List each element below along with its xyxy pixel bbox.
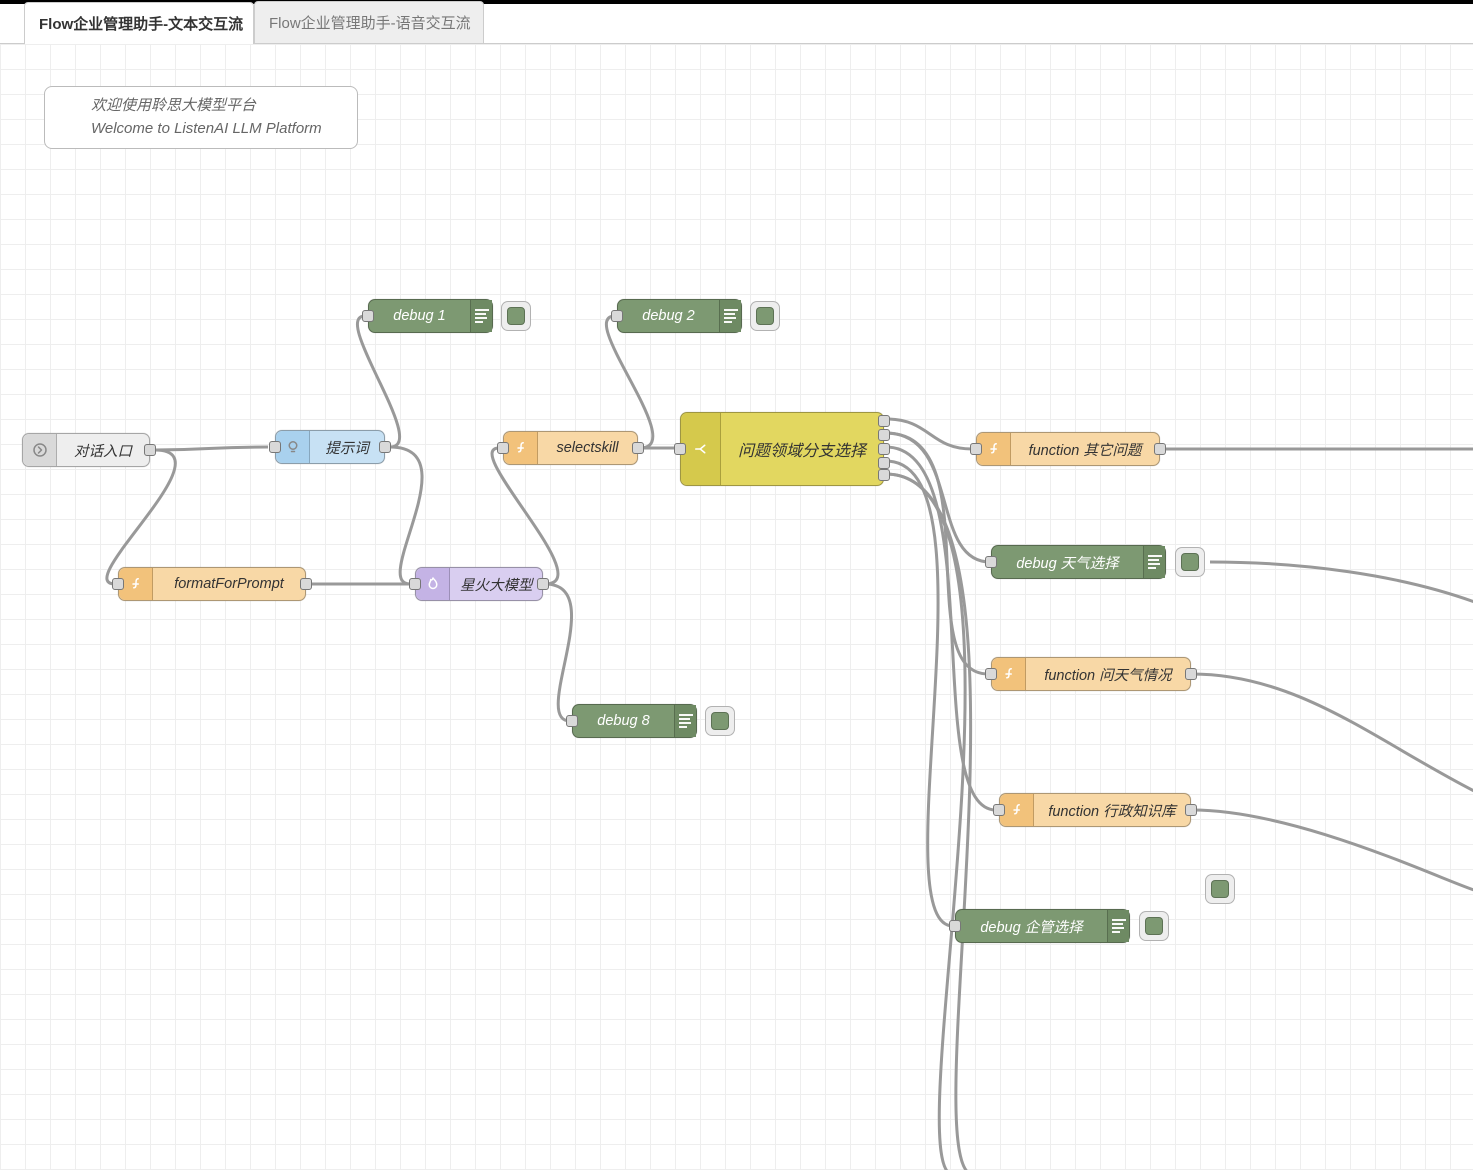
input-port[interactable] bbox=[112, 578, 124, 590]
output-port-2[interactable] bbox=[878, 429, 890, 441]
output-port-1[interactable] bbox=[878, 415, 890, 427]
node-label: debug 企管选择 bbox=[956, 916, 1107, 937]
output-port-3[interactable] bbox=[878, 443, 890, 455]
tab-bar: Flow企业管理助手-文本交互流 Flow企业管理助手-语音交互流 bbox=[0, 4, 1473, 44]
node-label: function 其它问题 bbox=[1011, 439, 1159, 460]
activity-meter-icon bbox=[674, 705, 696, 737]
input-port[interactable] bbox=[985, 668, 997, 680]
node-label: debug 1 bbox=[369, 308, 470, 324]
branch-icon bbox=[681, 413, 721, 485]
node-debug-1[interactable]: debug 1 bbox=[368, 299, 493, 333]
tab-text-flow[interactable]: Flow企业管理助手-文本交互流 bbox=[24, 2, 254, 44]
node-status-toggle[interactable] bbox=[1139, 911, 1169, 941]
tab-voice-flow[interactable]: Flow企业管理助手-语音交互流 bbox=[254, 1, 484, 43]
speech-bubble-icon bbox=[53, 99, 85, 131]
lightbulb-icon bbox=[276, 431, 310, 463]
node-debug-8[interactable]: debug 8 bbox=[572, 704, 697, 738]
canvas-comment[interactable]: 欢迎使用聆思大模型平台 Welcome to ListenAI LLM Plat… bbox=[44, 86, 358, 149]
node-fn-weather[interactable]: function 问天气情况 bbox=[991, 657, 1191, 691]
output-port[interactable] bbox=[1154, 443, 1166, 455]
flow-canvas[interactable]: 欢迎使用聆思大模型平台 Welcome to ListenAI LLM Plat… bbox=[0, 44, 1473, 1170]
node-prompt[interactable]: 提示词 bbox=[275, 430, 385, 464]
input-port[interactable] bbox=[993, 804, 1005, 816]
output-port[interactable] bbox=[1185, 668, 1197, 680]
node-label: 星火大模型 bbox=[450, 574, 542, 595]
input-port[interactable] bbox=[362, 310, 374, 322]
input-port[interactable] bbox=[970, 443, 982, 455]
node-status-toggle[interactable] bbox=[1205, 874, 1235, 904]
node-domain-switch[interactable]: 问题领域分支选择 bbox=[680, 412, 884, 486]
output-port-4[interactable] bbox=[878, 457, 890, 469]
node-debug-weather[interactable]: debug 天气选择 bbox=[991, 545, 1166, 579]
output-port[interactable] bbox=[1185, 804, 1197, 816]
input-port[interactable] bbox=[566, 715, 578, 727]
node-status-toggle[interactable] bbox=[750, 301, 780, 331]
input-port[interactable] bbox=[985, 556, 997, 568]
function-icon bbox=[992, 658, 1026, 690]
arrow-right-circle-icon bbox=[23, 434, 57, 466]
output-port[interactable] bbox=[144, 444, 156, 456]
activity-meter-icon bbox=[719, 300, 741, 332]
input-port[interactable] bbox=[269, 441, 281, 453]
node-label: debug 2 bbox=[618, 308, 719, 324]
input-port[interactable] bbox=[949, 920, 961, 932]
activity-meter-icon bbox=[1107, 910, 1129, 942]
output-port[interactable] bbox=[379, 441, 391, 453]
node-spark-model[interactable]: 星火大模型 bbox=[415, 567, 543, 601]
node-status-toggle[interactable] bbox=[1175, 547, 1205, 577]
input-port[interactable] bbox=[409, 578, 421, 590]
output-port[interactable] bbox=[632, 442, 644, 454]
node-label: debug 8 bbox=[573, 713, 674, 729]
node-label: 对话入口 bbox=[57, 440, 149, 461]
output-port-5[interactable] bbox=[878, 469, 890, 481]
node-label: function 问天气情况 bbox=[1026, 664, 1190, 685]
node-entry[interactable]: 对话入口 bbox=[22, 433, 150, 467]
output-port[interactable] bbox=[537, 578, 549, 590]
node-label: formatForPrompt bbox=[153, 576, 305, 592]
node-status-toggle[interactable] bbox=[705, 706, 735, 736]
activity-meter-icon bbox=[1143, 546, 1165, 578]
output-port[interactable] bbox=[300, 578, 312, 590]
node-label: 提示词 bbox=[310, 437, 384, 458]
node-debug-enterprise[interactable]: debug 企管选择 bbox=[955, 909, 1130, 943]
input-port[interactable] bbox=[497, 442, 509, 454]
comment-text: 欢迎使用聆思大模型平台 Welcome to ListenAI LLM Plat… bbox=[91, 95, 322, 140]
flame-icon bbox=[416, 568, 450, 600]
function-icon bbox=[977, 433, 1011, 465]
node-debug-2[interactable]: debug 2 bbox=[617, 299, 742, 333]
node-format-for-prompt[interactable]: formatForPrompt bbox=[118, 567, 306, 601]
function-icon bbox=[1000, 794, 1034, 826]
function-icon bbox=[504, 432, 538, 464]
node-select-skill[interactable]: selectskill bbox=[503, 431, 638, 465]
input-port[interactable] bbox=[611, 310, 623, 322]
node-fn-other[interactable]: function 其它问题 bbox=[976, 432, 1160, 466]
node-label: function 行政知识库 bbox=[1034, 800, 1190, 821]
node-label: debug 天气选择 bbox=[992, 552, 1143, 573]
function-icon bbox=[119, 568, 153, 600]
node-status-toggle[interactable] bbox=[501, 301, 531, 331]
input-port[interactable] bbox=[674, 443, 686, 455]
activity-meter-icon bbox=[470, 300, 492, 332]
wire-layer bbox=[0, 44, 1473, 1170]
node-label: selectskill bbox=[538, 440, 637, 456]
node-fn-admin[interactable]: function 行政知识库 bbox=[999, 793, 1191, 827]
node-label: 问题领域分支选择 bbox=[721, 437, 883, 461]
